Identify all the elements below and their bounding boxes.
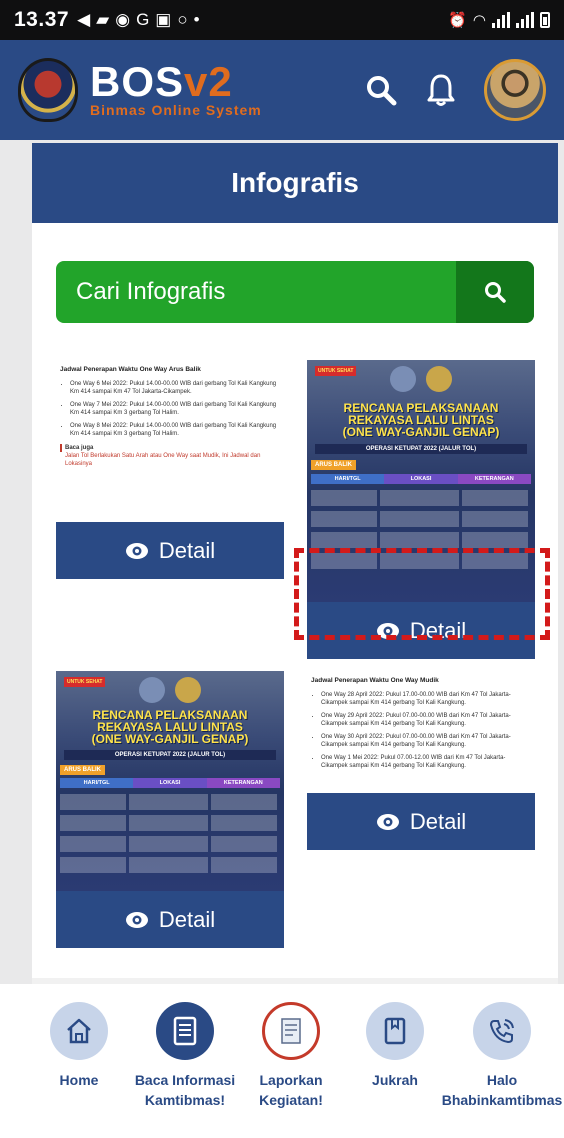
infographic-card[interactable]: Jadwal Penerapan Waktu One Way Mudik One…	[307, 671, 535, 850]
circle-icon: ○	[177, 10, 188, 29]
message-icon: ▰	[96, 10, 110, 29]
nav-item-home[interactable]: Home	[24, 1002, 134, 1090]
home-icon[interactable]	[50, 1002, 108, 1060]
detail-button[interactable]: Detail	[307, 793, 535, 850]
brand-name-version: v2	[184, 58, 233, 105]
poster-title-line: (ONE WAY-GANJIL GENAP)	[91, 732, 249, 746]
infographic-heading: Jadwal Penerapan Waktu One Way Mudik	[311, 677, 439, 684]
gallery-icon: ▣	[155, 10, 172, 29]
status-time: 13.37	[14, 8, 70, 31]
notification-icons: ◀ ▰ ◉ G ▣ ○ •	[77, 10, 200, 30]
report-icon[interactable]	[262, 1002, 320, 1060]
nav-label: Baca Informasi Kamtibmas!	[134, 1072, 236, 1108]
poster-columns: HARI/TGL LOKASI KETERANGAN	[60, 778, 280, 788]
poster-column-header: KETERANGAN	[457, 474, 531, 484]
system-icons: ⏰ ◠	[448, 11, 550, 29]
nav-item-laporkan[interactable]: Laporkan Kegiatan!	[236, 1002, 346, 1110]
nav-item-baca-informasi[interactable]: Baca Informasi Kamtibmas!	[130, 1002, 240, 1110]
phone-icon[interactable]	[473, 1002, 531, 1060]
infographic-item: One Way 8 Mei 2022: Pukul 14.00-00.00 WI…	[70, 422, 280, 438]
poster-rows	[60, 794, 280, 878]
signal-icon-2	[516, 12, 534, 28]
search-bar	[56, 261, 534, 323]
detail-button[interactable]: Detail	[56, 522, 284, 579]
status-bar: 13.37 ◀ ▰ ◉ G ▣ ○ • ⏰ ◠	[0, 0, 564, 40]
infographic-thumbnail[interactable]: Jadwal Penerapan Waktu One Way Mudik One…	[307, 671, 535, 793]
detail-button-label: Detail	[158, 537, 216, 563]
nav-label: Laporkan Kegiatan!	[259, 1072, 323, 1108]
poster-emblems	[139, 677, 201, 703]
battery-icon	[540, 12, 550, 28]
infographic-item: One Way 1 Mei 2022: Pukul 07.00-12.00 WI…	[321, 754, 531, 770]
wifi-icon: ◠	[472, 12, 486, 29]
poster-column-header: LOKASI	[384, 474, 458, 484]
infographic-thumbnail[interactable]: Jadwal Penerapan Waktu One Way Arus Bali…	[56, 360, 284, 522]
signal-icon	[492, 12, 510, 28]
poster-badge: UNTUK SEHAT	[315, 366, 357, 376]
highlight-box	[294, 548, 550, 640]
poster-tag: ARUS BALIK	[60, 765, 105, 775]
eye-icon	[125, 542, 148, 559]
nav-label: Jukrah	[372, 1072, 418, 1088]
search-button-icon	[485, 282, 506, 303]
detail-button-label: Detail	[409, 808, 467, 834]
eye-icon	[376, 813, 399, 830]
detail-button-label: Detail	[158, 906, 216, 932]
bottom-nav: Home Baca Informasi Kamtibmas! Laporkan …	[0, 984, 564, 1138]
header-actions	[364, 59, 546, 121]
brand-tagline: Binmas Online System	[90, 102, 262, 118]
navigation-icon: ◀	[77, 10, 91, 29]
poster-subtitle: OPERASI KETUPAT 2022 (JALUR TOL)	[315, 444, 527, 454]
search-input[interactable]	[56, 261, 456, 323]
google-icon: G	[136, 10, 150, 29]
nav-label: Halo Bhabinkamtibmas	[441, 1072, 563, 1108]
more-dot-icon: •	[193, 10, 200, 29]
search-button[interactable]	[456, 261, 534, 323]
infographic-item: One Way 7 Mei 2022: Pukul 14.00-00.00 WI…	[70, 401, 280, 417]
poster-badge: UNTUK SEHAT	[64, 677, 106, 687]
nav-item-jukrah[interactable]: Jukrah	[340, 1002, 450, 1090]
poster-subtitle: OPERASI KETUPAT 2022 (JALUR TOL)	[64, 750, 276, 760]
infographic-thumbnail[interactable]: UNTUK SEHAT RENCANA PELAKSANAAN REKAYASA…	[56, 671, 284, 891]
infographic-item: One Way 29 April 2022: Pukul 07.00-00.00…	[321, 712, 531, 728]
app-logo	[18, 58, 78, 122]
infographic-item: One Way 30 April 2022: Pukul 07.00-00.00…	[321, 733, 531, 749]
poster-column-header: HARI/TGL	[60, 778, 134, 788]
alarm-icon: ⏰	[448, 12, 467, 29]
poster-emblems	[390, 366, 452, 392]
nav-label: Home	[59, 1072, 99, 1088]
poster-title-line: (ONE WAY-GANJIL GENAP)	[342, 425, 500, 439]
poster-column-header: LOKASI	[133, 778, 207, 788]
page-title: Infografis	[231, 167, 359, 198]
app-icon: ◉	[115, 10, 131, 29]
infographic-item: One Way 28 April 2022: Pukul 17.00-00.00…	[321, 691, 531, 707]
detail-button[interactable]: Detail	[56, 891, 284, 948]
eye-icon	[125, 911, 148, 928]
infographic-heading: Jadwal Penerapan Waktu One Way Arus Bali…	[60, 366, 201, 373]
infographic-item: One Way 6 Mei 2022: Pukul 14.00-00.00 WI…	[70, 380, 280, 396]
infographic-note: Jalan Tol Berlakukan Satu Arah atau One …	[65, 453, 261, 467]
brand-name-main: BOS	[90, 58, 185, 105]
poster-tag: ARUS BALIK	[311, 460, 356, 470]
poster-columns: HARI/TGL LOKASI KETERANGAN	[311, 474, 531, 484]
page-title-bar: Infografis	[32, 143, 558, 223]
infographic-card[interactable]: Jadwal Penerapan Waktu One Way Arus Bali…	[56, 360, 284, 579]
brand: BOSv2 Binmas Online System	[90, 61, 262, 119]
poster-column-header: KETERANGAN	[206, 778, 280, 788]
nav-item-halo[interactable]: Halo Bhabinkamtibmas	[440, 1002, 564, 1110]
brand-title: BOSv2	[90, 61, 262, 103]
search-icon[interactable]	[364, 73, 398, 107]
avatar[interactable]	[484, 59, 546, 121]
book-icon[interactable]	[366, 1002, 424, 1060]
poster-column-header: HARI/TGL	[311, 474, 385, 484]
infographic-card[interactable]: UNTUK SEHAT RENCANA PELAKSANAAN REKAYASA…	[56, 671, 284, 948]
document-icon[interactable]	[156, 1002, 214, 1060]
infographic-note-title: Baca juga	[60, 444, 280, 452]
app-header: BOSv2 Binmas Online System	[0, 40, 564, 140]
bell-icon[interactable]	[424, 73, 458, 107]
